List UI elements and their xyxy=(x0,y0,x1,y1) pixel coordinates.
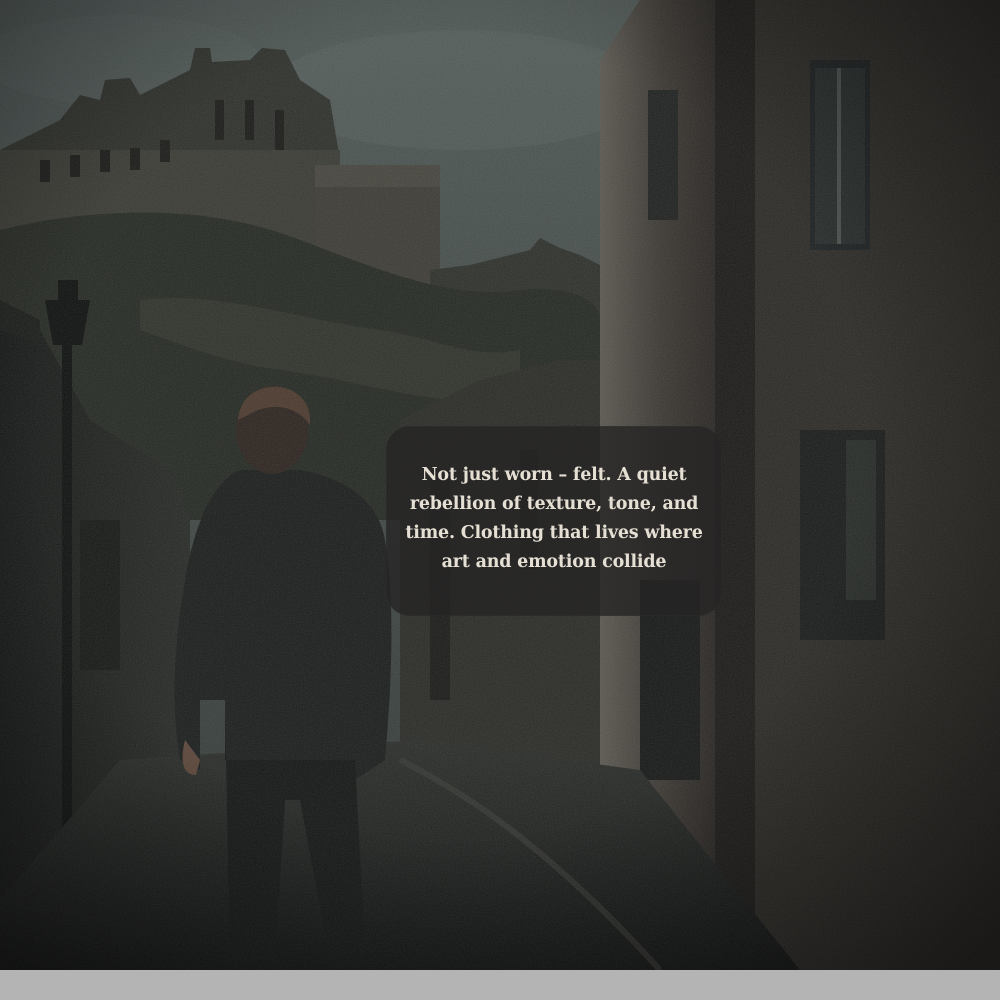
caption-card: Not just worn – felt. A quiet rebellion … xyxy=(386,426,722,616)
caption-text: Not just worn – felt. A quiet rebellion … xyxy=(405,465,703,572)
page-canvas: Not just worn – felt. A quiet rebellion … xyxy=(0,0,1000,1000)
footer-bar xyxy=(0,970,1000,1000)
